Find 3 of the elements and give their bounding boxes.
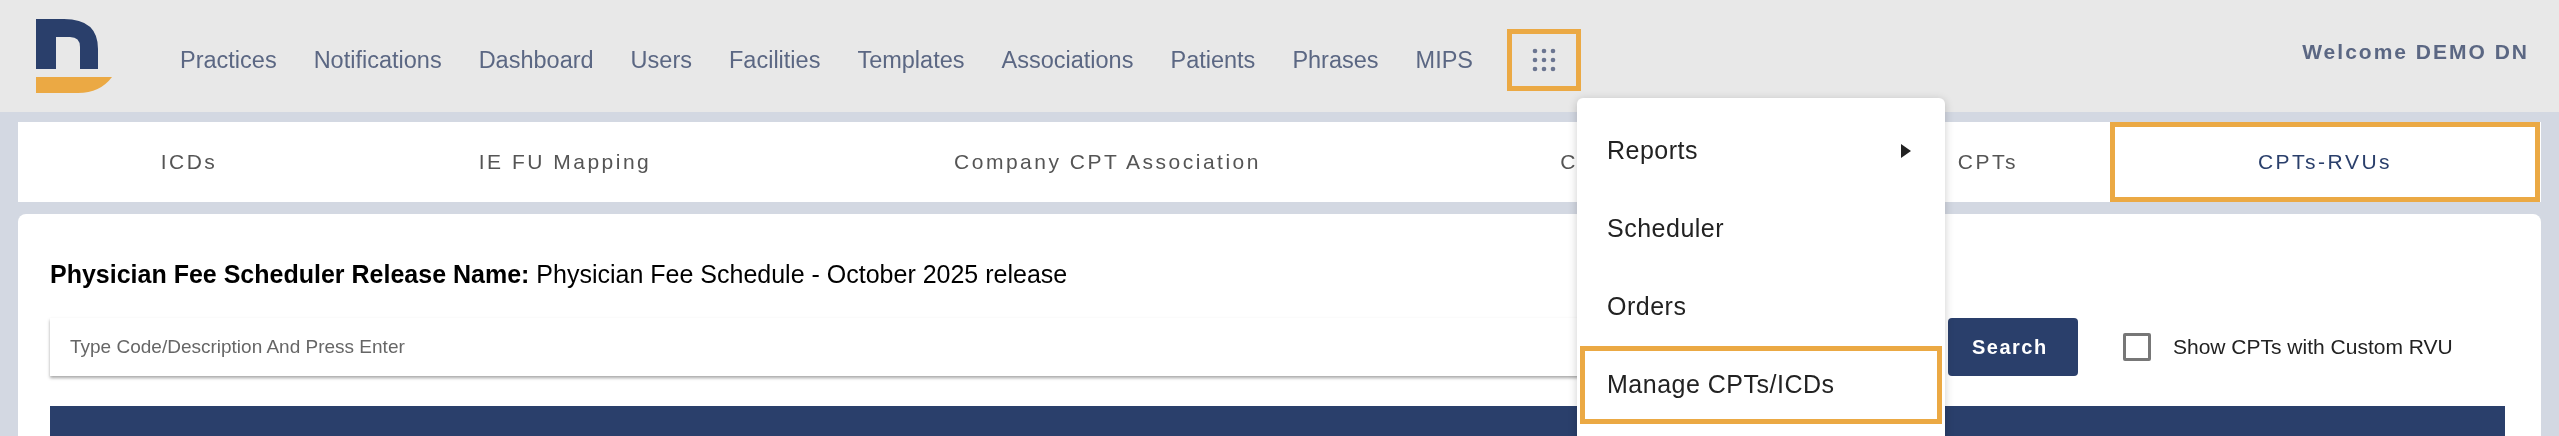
release-name: Physician Fee Scheduler Release Name: Physician Fee Schedule - October 2025 release xyxy=(50,259,1069,290)
welcome-text: Welcome DEMO DN xyxy=(2302,39,2529,66)
checkbox-label: Show CPTs with Custom RVU xyxy=(2173,333,2453,360)
